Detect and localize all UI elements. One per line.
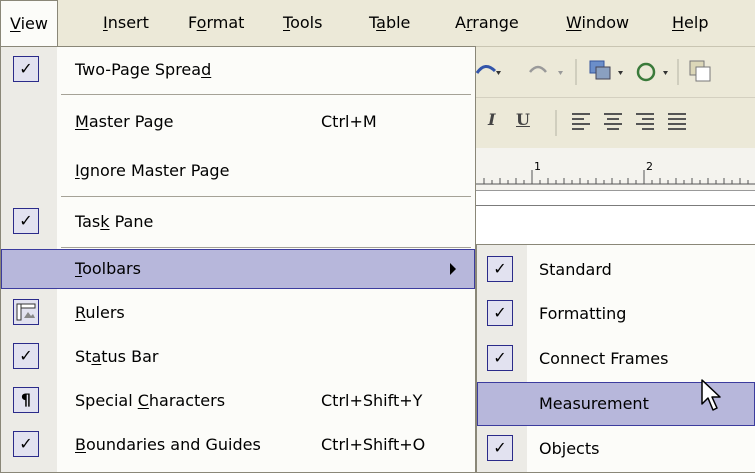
menu-tools[interactable]: Tools: [283, 10, 322, 36]
menu-help[interactable]: Help: [672, 10, 708, 36]
menu-item-label: Two-Page Spread: [75, 60, 212, 79]
formatting-toolbar: I U: [476, 98, 755, 148]
submenu-item-formatting[interactable]: ✓ Formatting: [477, 292, 755, 336]
menu-item-label: Task Pane: [75, 212, 154, 231]
rotate-icon[interactable]: [636, 62, 668, 82]
horizontal-ruler[interactable]: 1 2: [476, 148, 755, 191]
submenu-item-label: Objects: [539, 439, 600, 458]
redo-icon[interactable]: [529, 65, 563, 75]
rulers-icon: [13, 299, 39, 325]
alignment-icons: [555, 110, 686, 136]
menu-item-two-page-spread[interactable]: ✓ Two-Page Spread: [1, 50, 475, 90]
menu-item-label: Toolbars: [75, 259, 141, 278]
menu-item-boundaries-and-guides[interactable]: ✓ Boundaries and Guides Ctrl+Shift+O: [1, 425, 475, 465]
toolbar-icons: [475, 59, 711, 85]
menu-item-master-page[interactable]: Master Page Ctrl+M: [1, 102, 475, 142]
check-icon: ✓: [13, 343, 39, 369]
align-center-icon[interactable]: [604, 113, 622, 130]
menu-item-shortcut: Ctrl+Shift+Y: [321, 391, 423, 410]
rulers-icon-graphic: [16, 303, 36, 321]
standard-toolbar: [475, 47, 755, 98]
menu-arrange[interactable]: Arrange: [455, 10, 519, 36]
ruler-label-2: 2: [646, 160, 653, 173]
check-icon: ✓: [13, 431, 39, 457]
align-right-icon[interactable]: [636, 113, 654, 130]
menu-item-label: Status Bar: [75, 347, 159, 366]
menu-window[interactable]: Window: [566, 10, 629, 36]
check-icon: ✓: [13, 208, 39, 234]
submenu-item-label: Formatting: [539, 304, 627, 323]
submenu-item-standard[interactable]: ✓ Standard: [477, 248, 755, 292]
menu-item-label: Ignore Master Page: [75, 161, 230, 180]
menu-item-ignore-master-page[interactable]: Ignore Master Page: [1, 151, 475, 191]
menu-item-label: Boundaries and Guides: [75, 435, 261, 454]
menu-separator: [61, 247, 471, 248]
submenu-item-connect-frames[interactable]: ✓ Connect Frames: [477, 337, 755, 381]
submenu-item-label: Standard: [539, 260, 612, 279]
check-icon: ✓: [487, 345, 513, 371]
check-icon: ✓: [487, 435, 513, 461]
menu-item-task-pane[interactable]: ✓ Task Pane: [1, 202, 475, 242]
submenu-item-label: Connect Frames: [539, 349, 669, 368]
justify-icon[interactable]: [668, 113, 686, 130]
ruler-ticks: [476, 170, 755, 185]
toolbars-submenu: ✓ Standard ✓ Formatting ✓ Connect Frames…: [476, 244, 755, 473]
menu-item-rulers[interactable]: Rulers: [1, 293, 475, 333]
menu-item-label: Master Page: [75, 112, 174, 131]
menu-item-shortcut: Ctrl+Shift+O: [321, 435, 426, 454]
pilcrow-icon: ¶: [13, 387, 39, 413]
mouse-pointer-icon: [701, 379, 721, 411]
menu-insert[interactable]: Insert: [103, 10, 149, 36]
grouping-icon[interactable]: [589, 60, 623, 80]
menu-item-label: Special Characters: [75, 391, 226, 410]
menu-bar: View Insert Format Tools Table Arrange W…: [0, 0, 755, 47]
menu-item-shortcut: Ctrl+M: [321, 112, 377, 131]
check-icon: ✓: [487, 256, 513, 282]
menu-separator: [61, 94, 471, 95]
view-menu-dropdown: ✓ Two-Page Spread Master Page Ctrl+M Ign…: [0, 46, 476, 473]
submenu-item-objects[interactable]: ✓ Objects: [477, 427, 755, 471]
bring-forward-icon[interactable]: [689, 60, 711, 82]
ruler-label-1: 1: [534, 160, 541, 173]
menu-separator: [61, 196, 471, 197]
menu-item-label: Rulers: [75, 303, 125, 322]
menu-item-special-characters[interactable]: ¶ Special Characters Ctrl+Shift+Y: [1, 381, 475, 421]
menu-item-toolbars[interactable]: Toolbars: [1, 249, 475, 289]
menu-view[interactable]: View: [0, 0, 58, 46]
page-edge-line: [476, 205, 755, 206]
submenu-item-label: Measurement: [539, 394, 649, 413]
menu-item-status-bar[interactable]: ✓ Status Bar: [1, 337, 475, 377]
check-icon: ✓: [13, 56, 39, 82]
align-left-icon[interactable]: [572, 113, 590, 130]
menu-table[interactable]: Table: [369, 10, 410, 36]
undo-icon[interactable]: [475, 65, 501, 75]
submenu-arrow-icon: [450, 263, 456, 275]
check-icon: ✓: [487, 300, 513, 326]
menu-format[interactable]: Format: [188, 10, 244, 36]
